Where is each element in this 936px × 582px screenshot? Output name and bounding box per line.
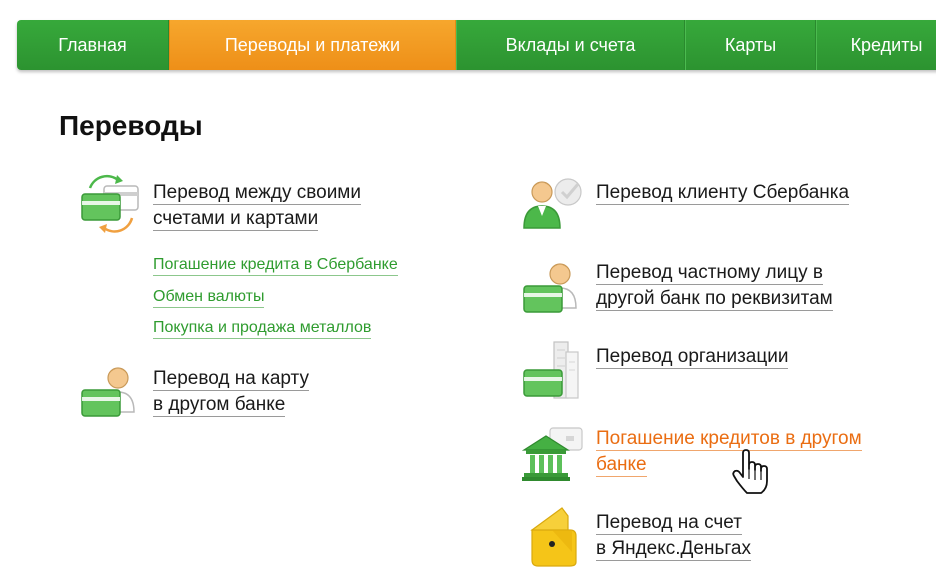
main-navigation: Главная Переводы и платежи Вклады и счет… (17, 20, 936, 70)
yandex-wallet-icon (522, 506, 584, 568)
bank-icon (522, 422, 584, 484)
organization-transfer-item[interactable]: Перевод организации (522, 338, 789, 400)
tab-main[interactable]: Главная (17, 20, 169, 70)
sber-client-transfer-link[interactable]: Перевод клиенту Сбербанка (596, 180, 850, 206)
own-accounts-transfer-item[interactable]: Перевод между своими счетами и картами (80, 172, 361, 234)
cards-exchange-icon (80, 172, 142, 234)
loan-other-bank-item[interactable]: Погашение кредитов в другом банке (522, 422, 862, 484)
private-person-transfer-link[interactable]: Перевод частному лицу в другой банк по р… (596, 260, 833, 312)
metals-trade-link[interactable]: Покупка и продажа металлов (153, 318, 372, 339)
own-accounts-transfer-link[interactable]: Перевод между своими счетами и картами (153, 180, 361, 232)
yandex-money-transfer-item[interactable]: Перевод на счет в Яндекс.Деньгах (522, 506, 751, 568)
private-person-transfer-item[interactable]: Перевод частному лицу в другой банк по р… (522, 256, 833, 318)
organization-transfer-link[interactable]: Перевод организации (596, 344, 789, 370)
hand-pointer-icon (731, 449, 771, 495)
tab-cards[interactable]: Карты (685, 20, 816, 70)
person-sber-icon (522, 172, 584, 234)
currency-exchange-link[interactable]: Обмен валюты (153, 287, 265, 308)
sber-client-transfer-item[interactable]: Перевод клиенту Сбербанка (522, 172, 850, 234)
sber-loan-repayment-link[interactable]: Погашение кредита в Сбербанке (153, 255, 398, 276)
loan-other-bank-link[interactable]: Погашение кредитов в другом банке (596, 426, 862, 478)
page-title: Переводы (59, 110, 203, 141)
yandex-money-transfer-link[interactable]: Перевод на счет в Яндекс.Деньгах (596, 510, 751, 562)
tab-deposits-accounts[interactable]: Вклады и счета (456, 20, 685, 70)
tab-credits[interactable]: Кредиты (816, 20, 936, 70)
building-card-icon (522, 338, 584, 400)
card-other-bank-link[interactable]: Перевод на карту в другом банке (153, 366, 309, 418)
person-card-icon (80, 360, 142, 422)
card-other-bank-item[interactable]: Перевод на карту в другом банке (80, 360, 309, 422)
person-card-icon (522, 256, 584, 318)
tab-transfers-payments[interactable]: Переводы и платежи (169, 20, 456, 70)
own-transfer-sub-links: Погашение кредита в Сбербанке Обмен валю… (153, 255, 398, 350)
